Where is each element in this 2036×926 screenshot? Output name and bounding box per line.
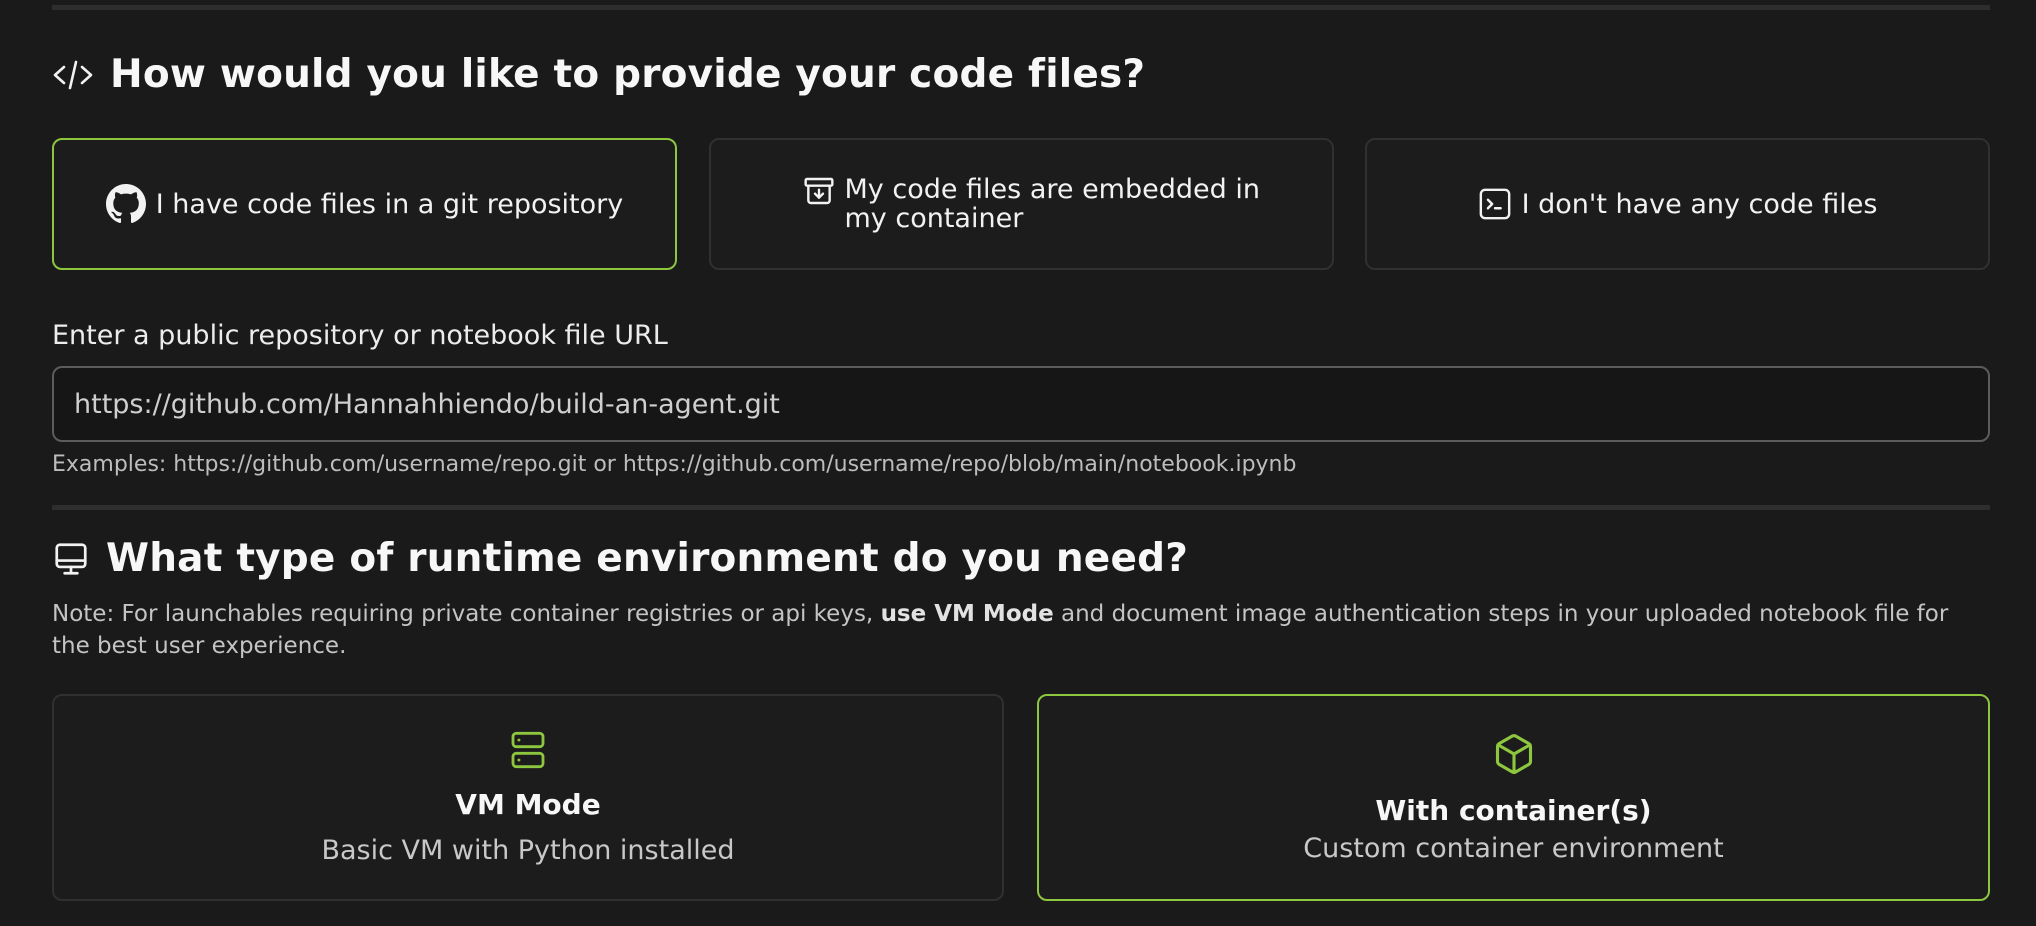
vm-mode-title: VM Mode: [455, 787, 601, 821]
server-icon: [508, 730, 548, 774]
runtime-note: Note: For launchables requiring private …: [52, 598, 1990, 662]
option-no-code-files[interactable]: I don't have any code files: [1365, 138, 1990, 270]
code-icon: [52, 58, 94, 92]
repo-url-hint: Examples: https://github.com/username/re…: [52, 452, 1297, 477]
runtime-note-emphasis: use VM Mode: [880, 601, 1054, 627]
with-containers-subtitle: Custom container environment: [1303, 832, 1724, 864]
option-embedded-in-container[interactable]: My code files are embedded in my contain…: [709, 138, 1334, 270]
option-git-repository-label: I have code files in a git repository: [155, 188, 624, 220]
option-no-code-files-label: I don't have any code files: [1521, 188, 1878, 220]
box-icon: [1492, 732, 1536, 780]
option-git-repository[interactable]: I have code files in a git repository: [52, 138, 677, 270]
runtime-option-vm-mode[interactable]: VM Mode Basic VM with Python installed: [52, 694, 1004, 901]
top-divider: [52, 5, 1990, 10]
repo-url-label: Enter a public repository or notebook fi…: [52, 320, 668, 351]
monitor-icon: [52, 540, 90, 578]
runtime-section-title: What type of runtime environment do you …: [106, 536, 1189, 581]
repo-url-input[interactable]: [52, 366, 1990, 442]
runtime-note-text: Note: For launchables requiring private …: [52, 601, 881, 627]
vm-mode-subtitle: Basic VM with Python installed: [321, 834, 735, 866]
code-section-title: How would you like to provide your code …: [110, 52, 1146, 97]
option-embedded-in-container-label: My code files are embedded in my contain…: [844, 174, 1260, 234]
archive-download-icon: [803, 175, 835, 207]
terminal-icon: [1478, 187, 1512, 221]
github-icon: [105, 184, 146, 224]
runtime-section-heading: What type of runtime environment do you …: [52, 536, 1188, 581]
runtime-option-with-containers[interactable]: With container(s) Custom container envir…: [1037, 694, 1990, 901]
code-section-heading: How would you like to provide your code …: [52, 52, 1145, 97]
section-divider: [52, 505, 1990, 510]
with-containers-title: With container(s): [1375, 793, 1652, 827]
